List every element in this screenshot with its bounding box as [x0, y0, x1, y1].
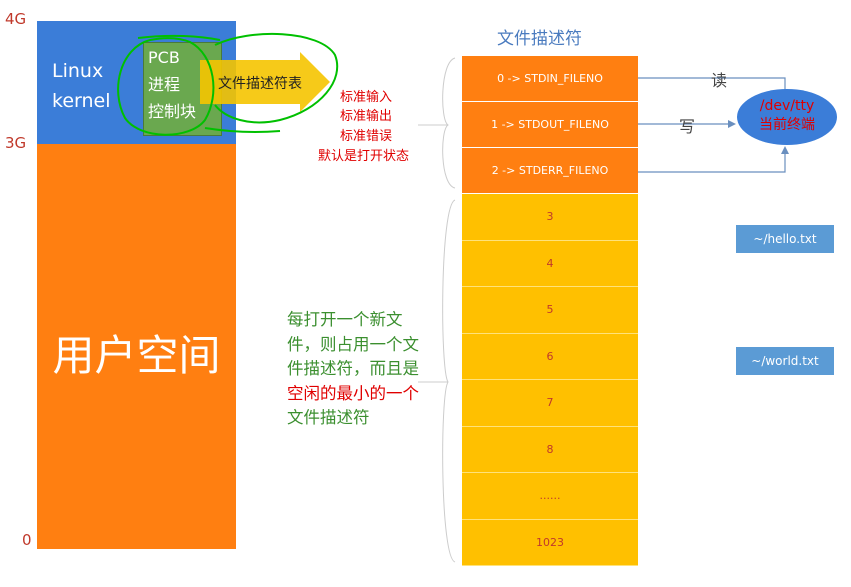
- terminal-label: 当前终端: [759, 117, 815, 133]
- fd-table-title: 文件描述符: [497, 29, 582, 49]
- std-bracket: [442, 57, 456, 189]
- open-fd-note-part1: 每打开一个新文件，则占用一个文件描述符，而且是: [287, 310, 419, 378]
- std-note-stderr: 标准错误: [340, 129, 393, 144]
- free-bracket: [442, 199, 456, 563]
- fd-row-stderr: 2 -> STDERR_FILENO: [462, 148, 638, 194]
- file-world: ~/world.txt: [736, 347, 834, 375]
- read-label: 读: [711, 71, 728, 90]
- std-note-default-open: 默认是打开状态: [318, 149, 410, 164]
- terminal-device: /dev/tty: [759, 98, 815, 114]
- std-note-stdout: 标准输出: [340, 109, 393, 124]
- fd-row-3: 3: [462, 194, 638, 241]
- fd-row-stdout: 1 -> STDOUT_FILENO: [462, 102, 638, 148]
- open-fd-note: 每打开一个新文件，则占用一个文件描述符，而且是空闲的最小的一个文件描述符: [287, 308, 427, 431]
- fd-row-7: 7: [462, 380, 638, 427]
- write-label: 写: [679, 117, 696, 136]
- open-fd-note-part4: 文件描述符: [287, 408, 370, 427]
- file-hello: ~/hello.txt: [736, 225, 834, 253]
- fd-row-6: 6: [462, 333, 638, 380]
- fd-row-4: 4: [462, 240, 638, 287]
- open-fd-note-part3: 个: [402, 383, 420, 403]
- terminal-ellipse: /dev/tty 当前终端: [737, 89, 837, 145]
- fd-row-1023: 1023: [462, 519, 638, 566]
- stderr-arrow: [638, 150, 786, 173]
- open-fd-note-part2: 空闲的最小的一: [287, 383, 403, 403]
- fd-row-8: 8: [462, 426, 638, 473]
- fd-row-ellipsis: ......: [462, 473, 638, 520]
- fd-row-5: 5: [462, 287, 638, 334]
- fd-table-arrow-label: 文件描述符表: [218, 76, 302, 92]
- std-note-stdin: 标准输入: [340, 90, 393, 105]
- fd-table: 0 -> STDIN_FILENO 1 -> STDOUT_FILENO 2 -…: [462, 56, 638, 566]
- fd-row-stdin: 0 -> STDIN_FILENO: [462, 56, 638, 102]
